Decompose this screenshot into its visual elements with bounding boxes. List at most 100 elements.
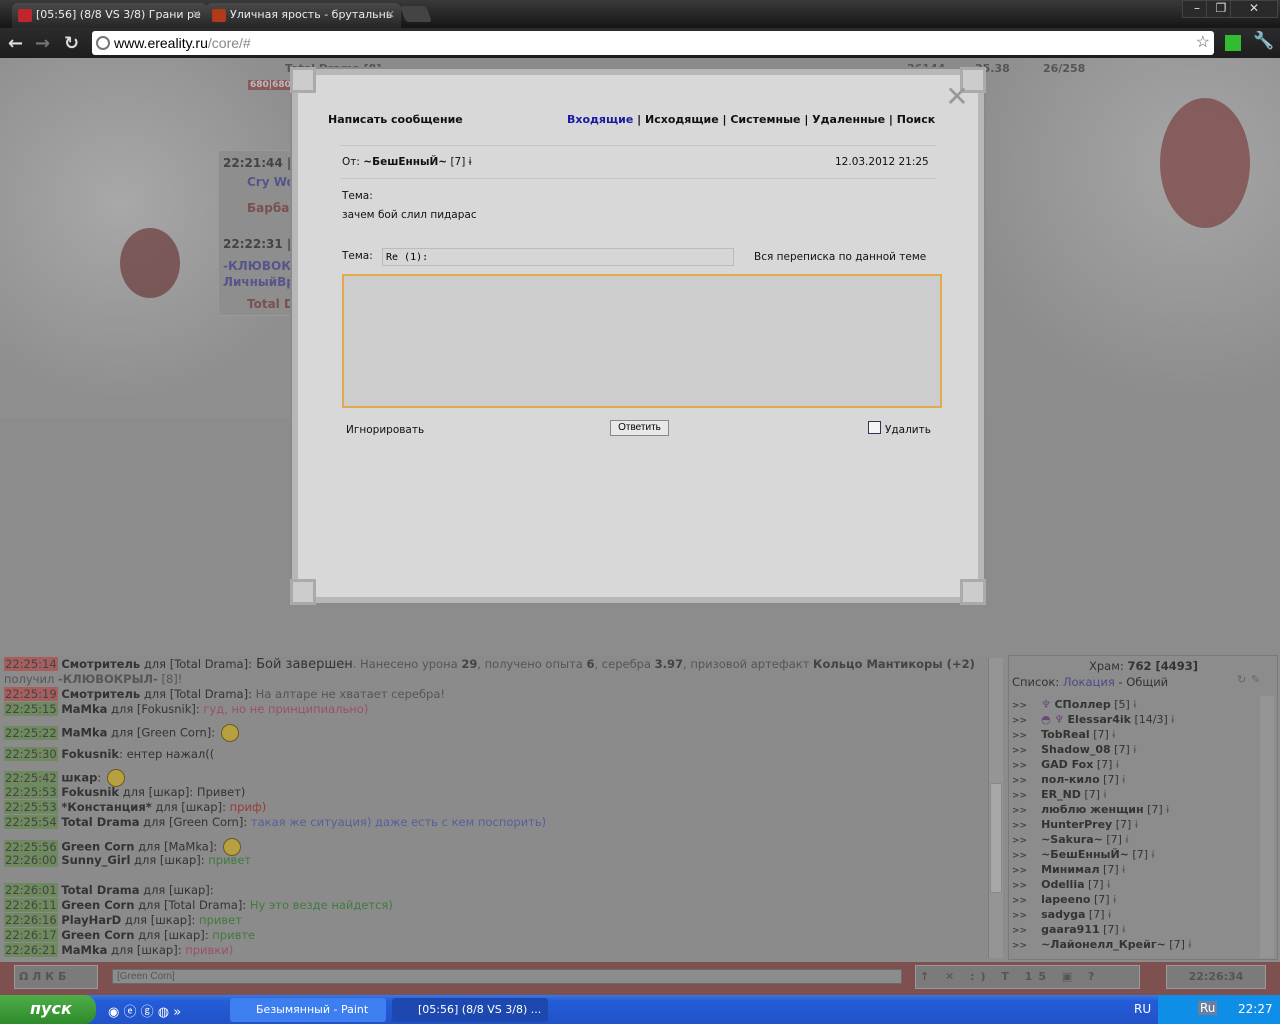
reply-subject-input[interactable]	[382, 248, 734, 266]
info-icon[interactable]: ɨ	[1112, 728, 1115, 741]
info-icon[interactable]: ɨ	[1188, 938, 1191, 951]
info-icon[interactable]: ɨ	[1113, 893, 1116, 906]
user-name[interactable]: gaara911	[1041, 923, 1100, 936]
info-icon[interactable]: ɨ	[1116, 758, 1119, 771]
bookmark-star-icon[interactable]: ☆	[1196, 32, 1210, 52]
info-icon[interactable]: ɨ	[1104, 788, 1107, 801]
message-author[interactable]: Sunny_Girl	[61, 853, 130, 867]
info-icon[interactable]: ɨ	[1133, 743, 1136, 756]
private-message-icon[interactable]: >>	[1012, 746, 1027, 756]
message-recipient[interactable]: для [Green Corn]:	[139, 815, 247, 829]
user-list-item[interactable]: >> TobReal [7] ɨ	[1012, 728, 1115, 741]
info-icon[interactable]: ɨ	[1107, 878, 1110, 891]
user-name[interactable]: GAD Fox	[1041, 758, 1093, 771]
message-author[interactable]: Green Corn	[61, 898, 134, 912]
extension-signal-icon[interactable]	[1225, 35, 1241, 51]
message-author[interactable]: MaMka	[61, 702, 107, 716]
info-icon[interactable]: ɨ	[1122, 863, 1125, 876]
message-time[interactable]: 22:26:17	[4, 928, 58, 942]
info-icon[interactable]: ɨ	[1125, 833, 1128, 846]
quick-launch-icons[interactable]: ◉ ⓔ ⓖ ◍ »	[108, 1001, 181, 1020]
message-time[interactable]: 22:25:56	[4, 839, 58, 854]
private-message-icon[interactable]: >>	[1012, 911, 1027, 921]
user-name[interactable]: ~Лайонелл_Крейг~	[1041, 938, 1166, 951]
message-recipient[interactable]: для [Green Corn]:	[107, 726, 215, 740]
message-time[interactable]: 22:25:22	[4, 725, 58, 740]
message-time[interactable]: 22:25:15	[4, 702, 58, 716]
user-list-item[interactable]: >> ~Лайонелл_Крейг~ [7] ɨ	[1012, 938, 1191, 951]
close-dialog-icon[interactable]: ✕	[942, 83, 972, 113]
message-author[interactable]: Смотритель	[61, 657, 140, 671]
private-message-icon[interactable]: >>	[1012, 896, 1027, 906]
private-message-icon[interactable]: >>	[1012, 851, 1027, 861]
private-message-icon[interactable]: >>	[1012, 806, 1027, 816]
reload-icon[interactable]: ↻	[64, 33, 79, 54]
event-line[interactable]: ЛичныйВра	[223, 275, 303, 289]
user-list-item[interactable]: >> gaara911 [7] ɨ	[1012, 923, 1125, 936]
user-name[interactable]: ER_ND	[1041, 788, 1081, 801]
message-author[interactable]: Total Drama	[61, 815, 139, 829]
thread-history-link[interactable]: Вся переписка по данной теме	[754, 251, 926, 263]
tab-inbox[interactable]: Входящие	[567, 113, 633, 126]
message-time[interactable]: 22:25:53	[4, 785, 58, 799]
event-line[interactable]: -КЛЮВОКРІ	[223, 259, 304, 273]
message-author[interactable]: MaMka	[61, 726, 107, 740]
user-name[interactable]: lapeeno	[1041, 893, 1090, 906]
private-message-icon[interactable]: >>	[1012, 881, 1027, 891]
address-bar[interactable]: www.ereality.ru/core/# ☆	[92, 31, 1214, 55]
message-author[interactable]: Green Corn	[61, 928, 134, 942]
ignore-link[interactable]: Игнорировать	[346, 424, 424, 436]
user-name[interactable]: Elessar4ik	[1068, 713, 1131, 726]
user-name[interactable]: Минимал	[1041, 863, 1099, 876]
delete-checkbox[interactable]	[868, 421, 881, 434]
user-name[interactable]: Shadow_08	[1041, 743, 1111, 756]
message-recipient[interactable]: для [шкар]:	[119, 785, 194, 799]
private-message-icon[interactable]: >>	[1012, 926, 1027, 936]
user-name[interactable]: СПоллер	[1054, 698, 1110, 711]
message-recipient[interactable]: для [шкар]:	[107, 943, 182, 957]
compose-link[interactable]: Написать сообщение	[328, 113, 463, 126]
message-recipient[interactable]: для [Total Drama]:	[134, 898, 246, 912]
private-message-icon[interactable]: >>	[1012, 716, 1027, 726]
forward-icon[interactable]: →	[35, 33, 50, 54]
wrench-icon[interactable]: 🔧	[1253, 31, 1274, 51]
user-list-item[interactable]: >> lapeeno [7] ɨ	[1012, 893, 1116, 906]
message-time[interactable]: 22:25:30	[4, 747, 58, 761]
message-recipient[interactable]: для [шкар]:	[130, 853, 205, 867]
private-message-icon[interactable]: >>	[1012, 761, 1027, 771]
user-name[interactable]: ~Sakura~	[1041, 833, 1103, 846]
info-icon[interactable]: ɨ	[1122, 923, 1125, 936]
message-recipient[interactable]: для [шкар]:	[152, 800, 226, 814]
info-icon[interactable]: ɨ	[1171, 713, 1174, 726]
message-time[interactable]: 22:26:16	[4, 913, 58, 927]
close-tab-icon[interactable]: ✕	[192, 8, 201, 21]
user-list-item[interactable]: >> ♆ СПоллер [5] ɨ	[1012, 698, 1136, 711]
user-list-scrollbar[interactable]	[1260, 696, 1274, 958]
user-list-item[interactable]: >> HunterPrey [7] ɨ	[1012, 818, 1138, 831]
user-list-item[interactable]: >> Shadow_08 [7] ɨ	[1012, 743, 1136, 756]
message-author[interactable]: Green Corn	[61, 840, 134, 854]
browser-tab-street[interactable]: Уличная ярость - брутальнь ✕	[206, 3, 401, 28]
chat-input[interactable]	[112, 969, 902, 984]
chat-scrollbar[interactable]	[988, 658, 1003, 958]
message-recipient[interactable]: для [Fokusnik]:	[107, 702, 200, 716]
message-time[interactable]: 22:25:54	[4, 815, 58, 829]
user-name[interactable]: пол-кило	[1041, 773, 1100, 786]
user-list-item[interactable]: >> люблю женщин [7] ɨ	[1012, 803, 1169, 816]
user-list-item[interactable]: >> ◓ ♆ Elessar4ik [14/3] ɨ	[1012, 713, 1174, 726]
reply-body-textarea[interactable]	[342, 274, 942, 408]
chat-action-tools[interactable]: ↑ ✕ :) T 15 ▣ ?	[915, 965, 1140, 989]
message-time[interactable]: 22:25:53	[4, 800, 58, 814]
taskbar-item-paint[interactable]: Безымянный - Paint	[230, 998, 386, 1022]
message-author[interactable]: Total Drama	[61, 883, 139, 897]
event-line[interactable]: Cry Wol	[247, 175, 299, 189]
private-message-icon[interactable]: >>	[1012, 776, 1027, 786]
message-author[interactable]: Смотритель	[61, 687, 140, 701]
message-recipient[interactable]: для [шкар]:	[121, 913, 196, 927]
message-time[interactable]: 22:26:00	[4, 853, 58, 867]
message-author[interactable]: шкар	[61, 771, 97, 785]
user-list-item[interactable]: >> Минимал [7] ɨ	[1012, 863, 1125, 876]
info-icon[interactable]: ɨ	[1166, 803, 1169, 816]
user-list-item[interactable]: >> ~БешЕнныЙ~ [7] ɨ	[1012, 848, 1155, 861]
back-icon[interactable]: ←	[8, 33, 23, 54]
